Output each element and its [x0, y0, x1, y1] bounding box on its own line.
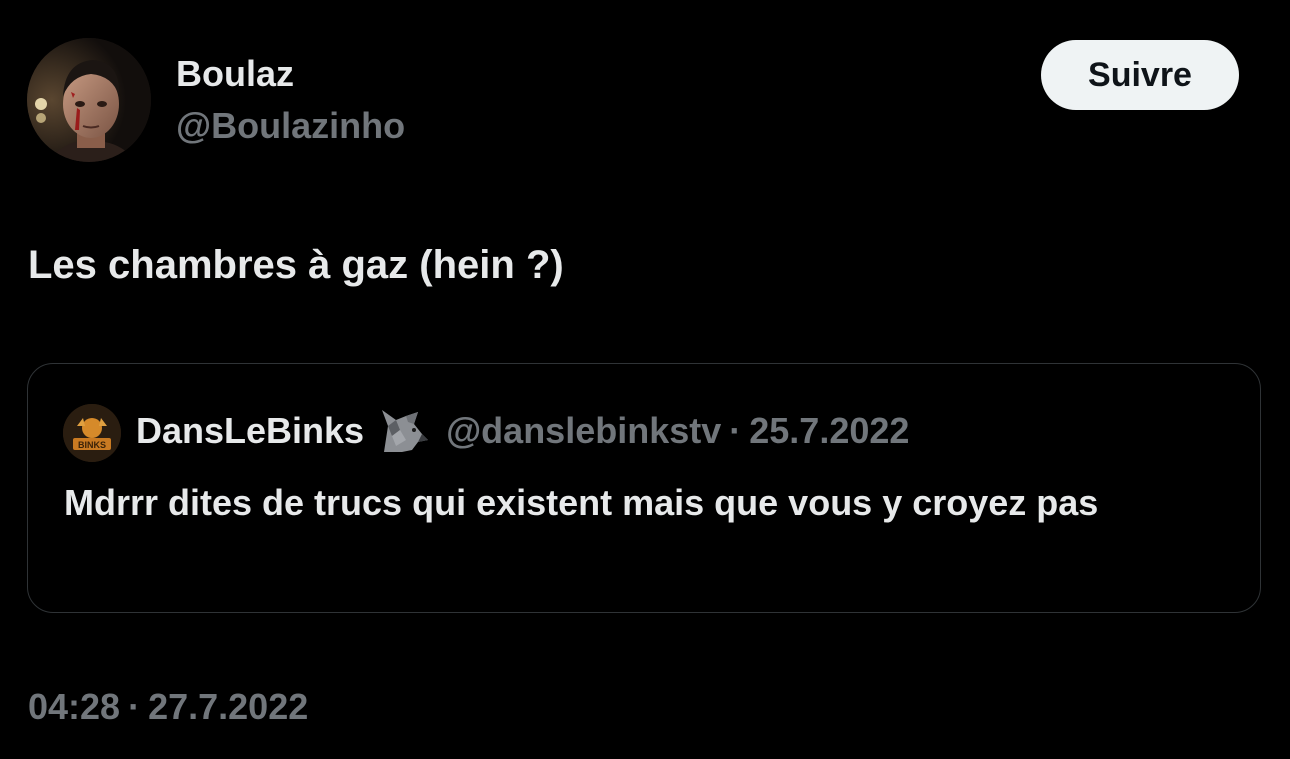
author-avatar[interactable] — [27, 38, 151, 162]
quoted-tweet-card[interactable]: BINKS DansLeBinks @danslebinkstv · 25.7.… — [27, 363, 1261, 613]
follow-button[interactable]: Suivre — [1041, 40, 1239, 110]
quote-text: Mdrrr dites de trucs qui existent mais q… — [64, 482, 1099, 523]
wolf-emoji-icon — [378, 406, 430, 456]
tweet-text: Les chambres à gaz (hein ?) — [28, 243, 564, 287]
quote-separator: · — [729, 410, 742, 451]
quote-author-avatar[interactable]: BINKS — [63, 404, 121, 462]
quote-author-handle[interactable]: @danslebinkstv — [446, 410, 721, 452]
tweet-time: 04:28 — [28, 686, 121, 727]
tweet-timestamp[interactable]: 04:28 · 27.7.2022 — [28, 684, 308, 730]
author-avatar-image — [27, 38, 151, 162]
quote-author-display-name[interactable]: DansLeBinks — [136, 410, 364, 452]
quote-date[interactable]: 25.7.2022 — [749, 410, 909, 452]
quote-header: DansLeBinks @danslebinkstv · 25.7.2022 — [136, 406, 909, 456]
svg-text:BINKS: BINKS — [78, 440, 106, 450]
tweet-date: 27.7.2022 — [148, 686, 309, 727]
binks-logo-icon: BINKS — [63, 404, 121, 462]
author-handle[interactable]: @Boulazinho — [176, 104, 405, 148]
author-display-name[interactable]: Boulaz — [176, 52, 294, 96]
timestamp-separator: · — [128, 686, 141, 727]
